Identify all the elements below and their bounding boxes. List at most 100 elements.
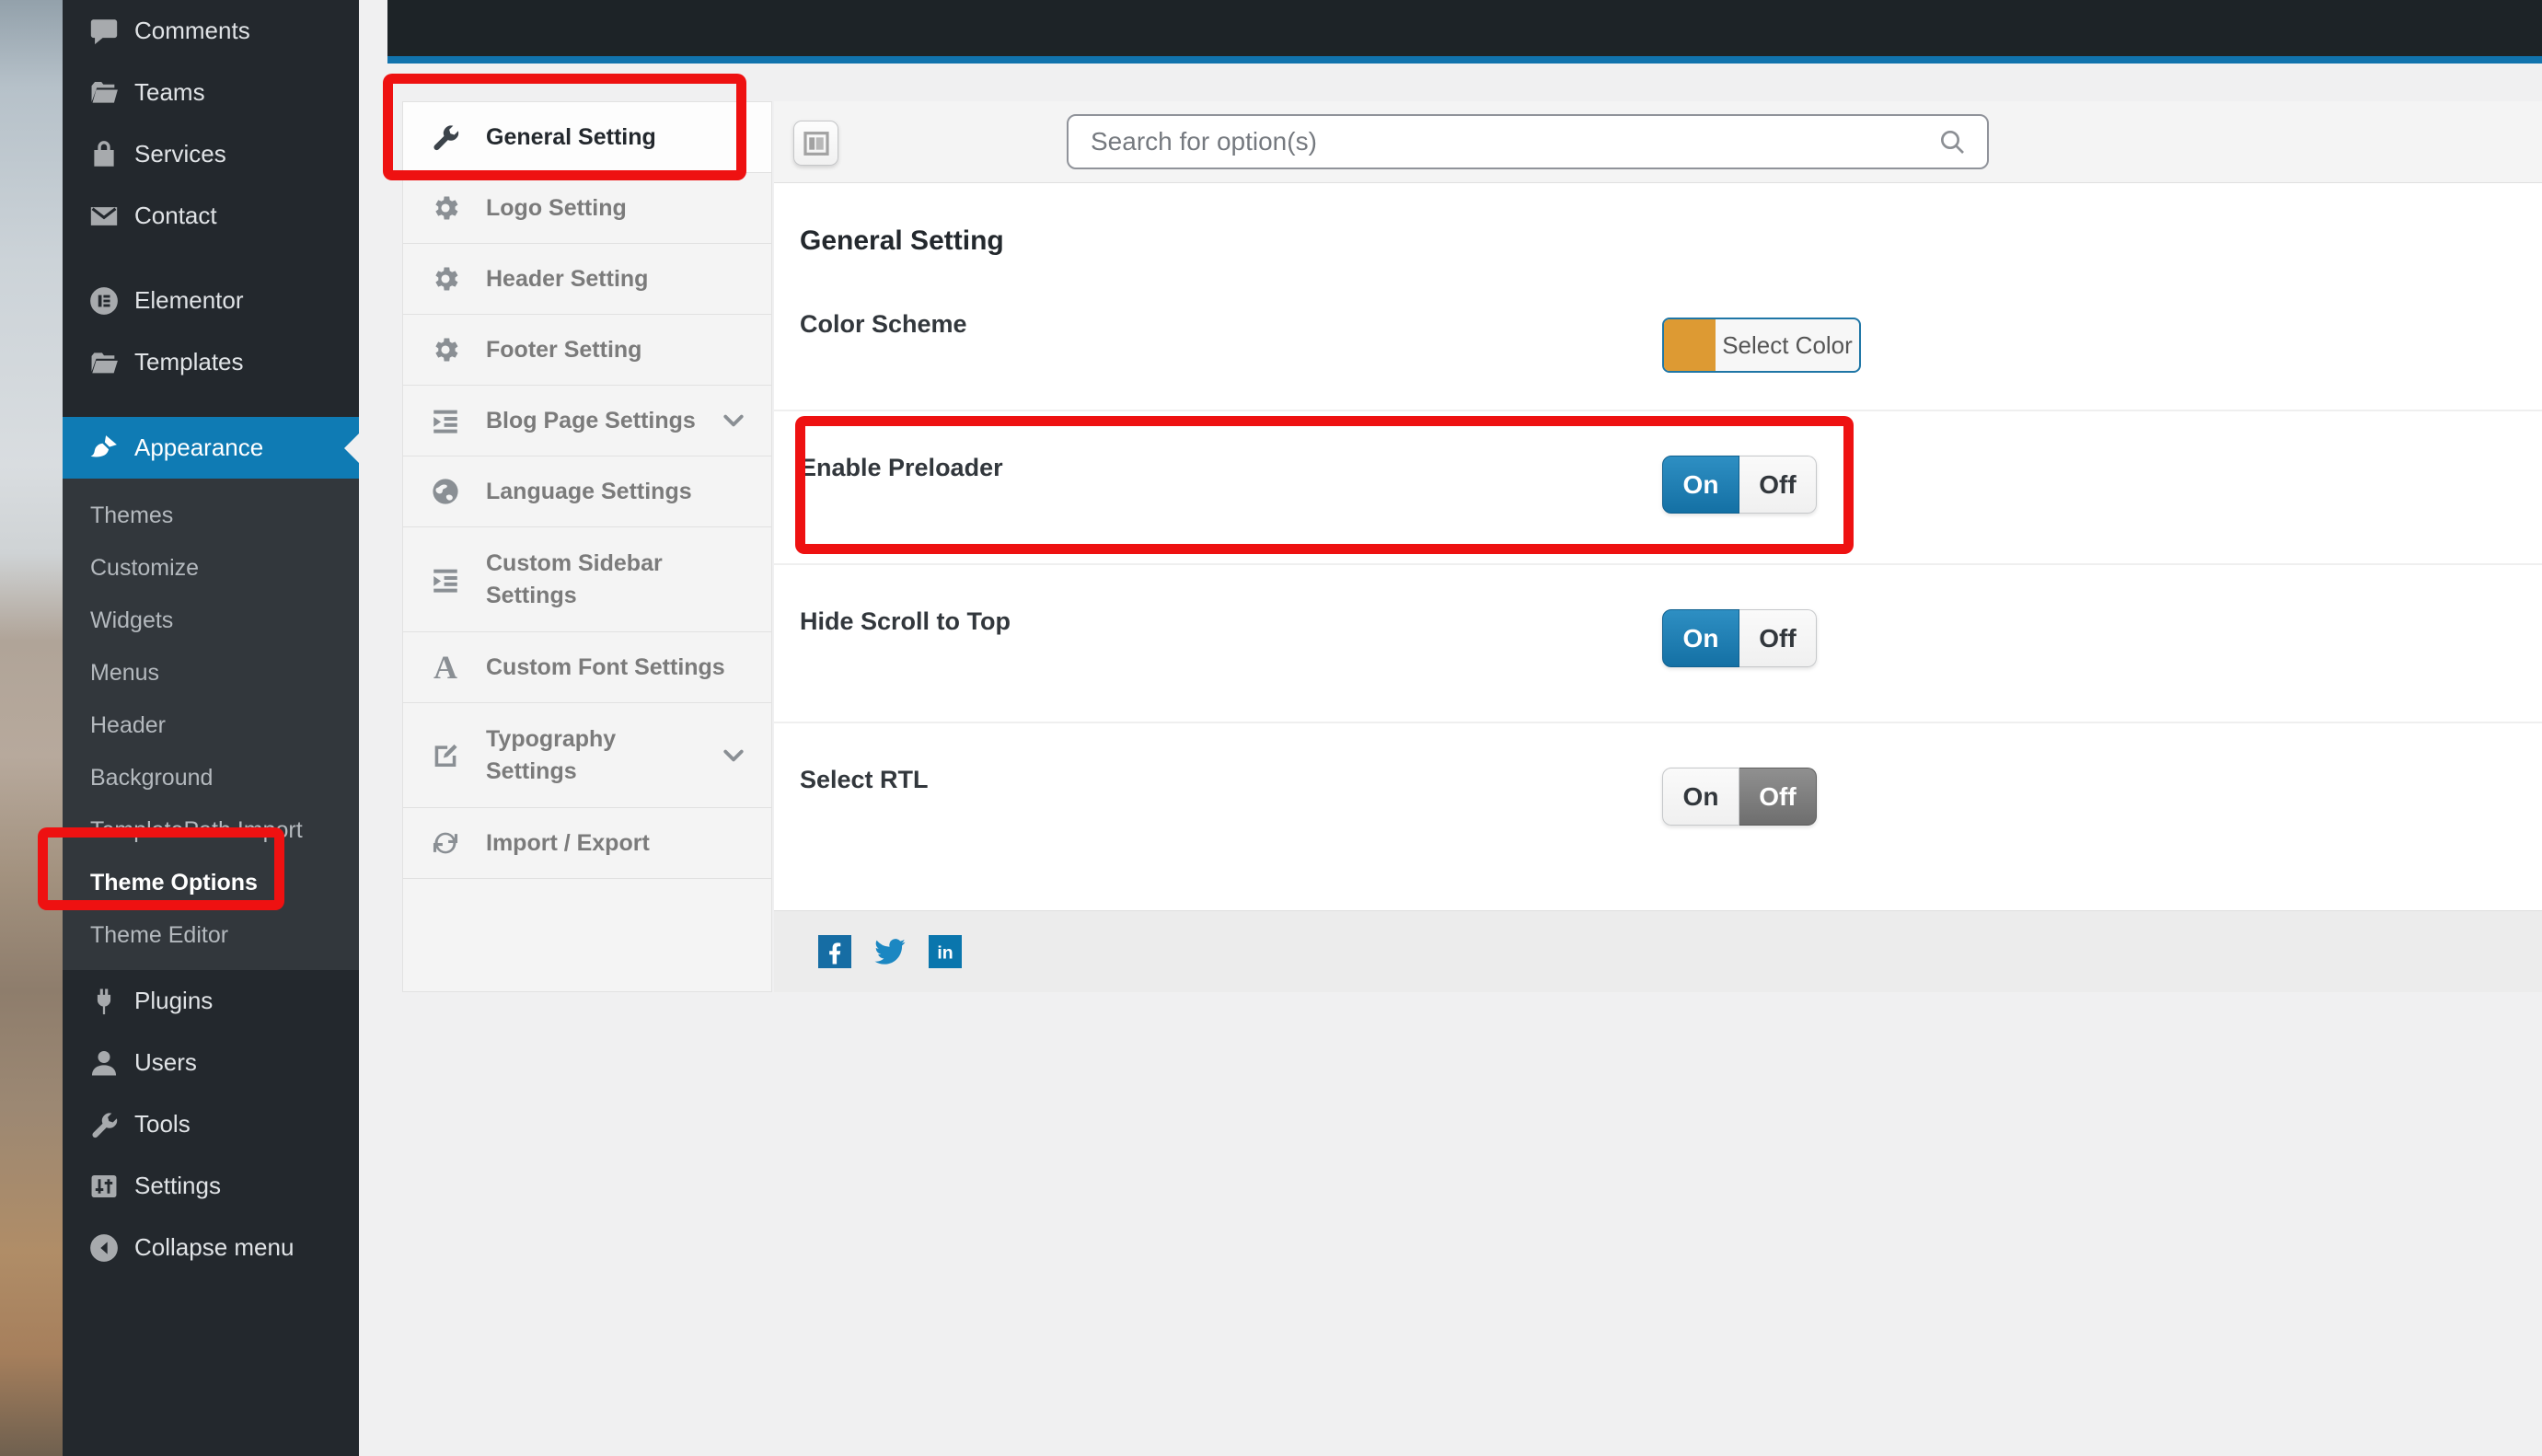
user-icon <box>88 1047 120 1079</box>
sidebar-separator <box>63 247 359 270</box>
chevron-down-icon <box>720 742 747 769</box>
select-color-label: Select Color <box>1722 330 1853 359</box>
letter-a-icon: A <box>433 649 457 686</box>
submenu-item-theme-editor[interactable]: Theme Editor <box>63 909 359 962</box>
nav-item-label: Custom Font Settings <box>486 653 725 680</box>
topbar-accent-line <box>387 56 2542 64</box>
nav-item-custom-font-settings[interactable]: A Custom Font Settings <box>403 632 771 703</box>
sidebar-item-templates[interactable]: Templates <box>63 331 359 393</box>
option-label: Hide Scroll to Top <box>800 607 1011 635</box>
indent-list-icon <box>429 563 462 596</box>
layout-icon <box>803 131 829 156</box>
nav-item-header-setting[interactable]: Header Setting <box>403 244 771 315</box>
theme-options-nav: General Setting Logo Setting Header Sett… <box>402 101 772 992</box>
nav-item-typography-settings[interactable]: Typography Settings <box>403 703 771 808</box>
search-container <box>1067 114 1989 169</box>
admin-topbar <box>387 0 2542 56</box>
toggle-off-button[interactable]: Off <box>1739 456 1817 514</box>
elementor-icon <box>88 285 120 317</box>
sidebar-item-services[interactable]: Services <box>63 123 359 185</box>
sidebar-item-users[interactable]: Users <box>63 1032 359 1093</box>
nav-item-custom-sidebar-settings[interactable]: Custom Sidebar Settings <box>403 527 771 632</box>
sliders-icon <box>88 1171 120 1202</box>
sidebar-item-label: Elementor <box>134 286 244 314</box>
folder-open-icon <box>88 347 120 378</box>
preloader-toggle: On Off <box>1662 456 1817 514</box>
sidebar-item-settings[interactable]: Settings <box>63 1155 359 1217</box>
content-header <box>774 101 2542 183</box>
content-body: General Setting Color Scheme Select Colo… <box>774 183 2542 910</box>
brush-icon <box>88 433 120 464</box>
chevron-down-icon <box>720 407 747 434</box>
option-row-color-scheme: Color Scheme Select Color <box>774 268 2542 411</box>
wrench-icon <box>88 1109 120 1140</box>
submenu-item-background[interactable]: Background <box>63 752 359 804</box>
background-photo-strip <box>0 0 63 1456</box>
sidebar-separator <box>63 393 359 417</box>
sidebar-item-label: Teams <box>134 78 205 106</box>
indent-list-icon <box>429 404 462 437</box>
edit-icon <box>429 739 462 772</box>
sync-icon <box>429 826 462 860</box>
nav-item-label: Import / Export <box>486 829 650 856</box>
nav-item-general-setting[interactable]: General Setting <box>403 102 771 173</box>
gear-icon <box>429 262 462 295</box>
option-label: Color Scheme <box>800 310 967 338</box>
sidebar-item-label: Users <box>134 1048 197 1076</box>
nav-item-blog-page-settings[interactable]: Blog Page Settings <box>403 386 771 456</box>
submenu-item-templatepath-import[interactable]: TemplatePath Import <box>63 804 359 857</box>
sidebar-item-label: Tools <box>134 1110 191 1138</box>
nav-item-language-settings[interactable]: Language Settings <box>403 456 771 527</box>
sidebar-item-contact[interactable]: Contact <box>63 185 359 247</box>
toggle-on-button[interactable]: On <box>1662 768 1739 826</box>
color-swatch <box>1664 319 1716 371</box>
nav-item-label: Language Settings <box>486 478 692 504</box>
search-input[interactable] <box>1067 114 1989 169</box>
folder-icon <box>88 77 120 109</box>
sidebar-item-elementor[interactable]: Elementor <box>63 270 359 331</box>
social-links: in <box>818 935 962 968</box>
sidebar-item-appearance[interactable]: Appearance <box>63 417 359 479</box>
sidebar-item-comments[interactable]: Comments <box>63 0 359 62</box>
submenu-item-widgets[interactable]: Widgets <box>63 595 359 647</box>
submenu-item-theme-options[interactable]: Theme Options <box>63 857 359 909</box>
theme-options-content: General Setting Color Scheme Select Colo… <box>774 101 2542 992</box>
sidebar-item-label: Services <box>134 140 226 168</box>
sidebar-item-label: Comments <box>134 17 250 44</box>
nav-item-label: Header Setting <box>486 265 649 292</box>
toggle-on-button[interactable]: On <box>1662 456 1739 514</box>
sidebar-item-teams[interactable]: Teams <box>63 62 359 123</box>
toggle-off-button[interactable]: Off <box>1739 768 1817 826</box>
search-icon <box>1941 131 1964 154</box>
nav-item-logo-setting[interactable]: Logo Setting <box>403 173 771 244</box>
toggle-off-button[interactable]: Off <box>1739 609 1817 667</box>
linkedin-icon[interactable]: in <box>929 935 962 968</box>
sidebar-item-label: Appearance <box>134 433 264 461</box>
sidebar-item-plugins[interactable]: Plugins <box>63 970 359 1032</box>
page-title: General Setting <box>800 225 1004 256</box>
option-row-hide-scroll-to-top: Hide Scroll to Top On Off <box>774 565 2542 723</box>
nav-item-import-export[interactable]: Import / Export <box>403 808 771 879</box>
submenu-item-customize[interactable]: Customize <box>63 542 359 595</box>
sidebar-item-label: Collapse menu <box>134 1233 295 1261</box>
nav-item-label: Logo Setting <box>486 194 627 221</box>
envelope-icon <box>88 201 120 232</box>
submenu-item-themes[interactable]: Themes <box>63 490 359 542</box>
sidebar-item-label: Settings <box>134 1172 221 1199</box>
nav-item-footer-setting[interactable]: Footer Setting <box>403 315 771 386</box>
submenu-item-menus[interactable]: Menus <box>63 647 359 699</box>
twitter-icon[interactable] <box>873 935 907 968</box>
sidebar-item-tools[interactable]: Tools <box>63 1093 359 1155</box>
toggle-on-button[interactable]: On <box>1662 609 1739 667</box>
sidebar-item-collapse-menu[interactable]: Collapse menu <box>63 1217 359 1278</box>
content-footer: in <box>774 910 2542 992</box>
select-color-button[interactable]: Select Color <box>1662 318 1861 373</box>
plug-icon <box>88 986 120 1017</box>
option-row-enable-preloader: Enable Preloader On Off <box>774 411 2542 565</box>
submenu-item-header[interactable]: Header <box>63 699 359 752</box>
facebook-icon[interactable] <box>818 935 851 968</box>
sidebar-item-label: Contact <box>134 202 217 229</box>
layout-toggle-button[interactable] <box>793 121 838 166</box>
bag-icon <box>88 139 120 170</box>
sidebar-item-label: Plugins <box>134 987 214 1014</box>
